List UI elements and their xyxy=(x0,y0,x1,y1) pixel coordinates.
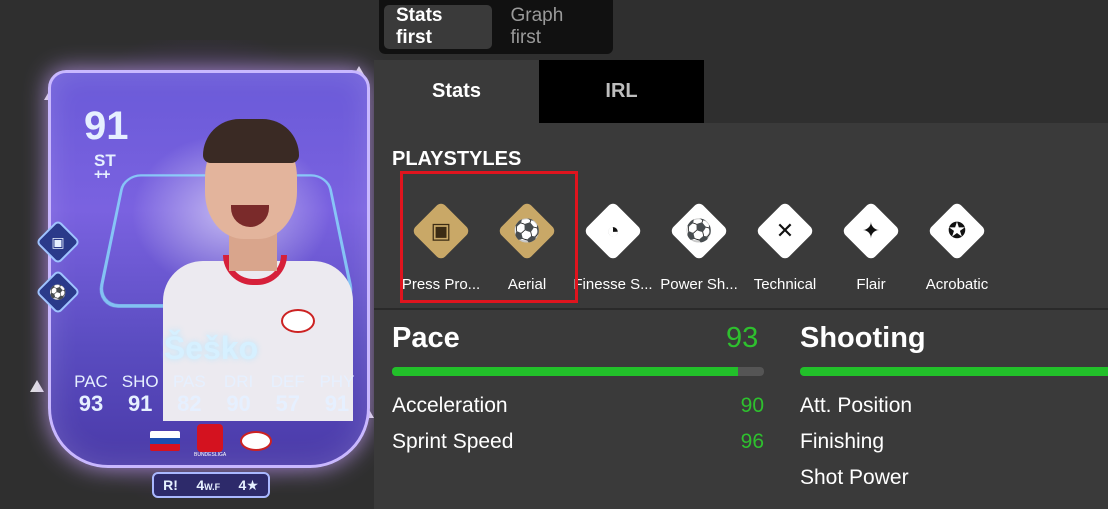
playstyle-finesse-shot[interactable]: ◔ Finesse S... xyxy=(570,194,656,304)
pace-title: Pace xyxy=(392,322,460,354)
league-logo-icon: BUNDESLIGA xyxy=(194,424,226,458)
section-divider xyxy=(374,308,1108,310)
playstyle-technical[interactable]: ✕ Technical xyxy=(742,194,828,304)
graph-first-button[interactable]: Graph first xyxy=(498,5,608,49)
shooting-bar xyxy=(800,367,1108,376)
weak-foot: 4W.F xyxy=(196,477,221,493)
playstyle-plus-badge-press-proven: ▣ xyxy=(35,219,81,265)
card-stat: SHO 91 xyxy=(121,372,159,416)
card-stats: PAC 93 SHO 91 PAS 82 DRI 90 DEF 57 PHY 91 xyxy=(68,372,360,417)
playstyle-plus-badge-aerial: ⚽ xyxy=(35,269,81,315)
skill-moves: 4★ xyxy=(238,476,259,493)
panel-tabs: Stats IRL xyxy=(374,60,1108,123)
attr-sprint-speed-value: 96 xyxy=(740,430,764,453)
playstyle-flair[interactable]: ✦ Flair xyxy=(828,194,914,304)
playstyle-plus-highlight xyxy=(400,171,578,303)
pace-value: 93 xyxy=(726,322,759,354)
attr-sprint-speed-label: Sprint Speed xyxy=(392,430,514,453)
technical-icon: ✕ xyxy=(755,201,815,261)
power-shot-icon: ⚽ xyxy=(669,201,729,261)
card-foot-info: R! 4W.F 4★ xyxy=(152,472,270,498)
press-proven-icon: ▣ xyxy=(51,234,65,250)
pace-bar xyxy=(392,367,764,376)
card-stat: PAS 82 xyxy=(172,372,206,416)
attr-finishing-label: Finishing xyxy=(800,430,885,453)
card-affiliations: BUNDESLIGA xyxy=(150,424,273,458)
finesse-shot-icon: ◔ xyxy=(583,201,643,261)
attr-acceleration-label: Acceleration xyxy=(392,394,508,417)
tab-irl[interactable]: IRL xyxy=(539,60,704,123)
view-toggle: Stats first Graph first xyxy=(379,0,613,54)
playstyles-title: PLAYSTYLES xyxy=(392,148,522,170)
card-stat: DRI 90 xyxy=(223,372,254,416)
acrobatic-icon: ✪ xyxy=(927,201,987,261)
playstyle-power-shot[interactable]: ⚽ Power Sh... xyxy=(656,194,742,304)
attr-att-position-label: Att. Position xyxy=(800,394,913,417)
attr-shot-power-label: Shot Power xyxy=(800,466,909,489)
tab-stats[interactable]: Stats xyxy=(374,60,539,123)
flair-icon: ✦ xyxy=(841,201,901,261)
player-name: Šeško xyxy=(163,330,259,366)
club-crest-icon xyxy=(240,431,273,451)
preferred-foot: R! xyxy=(163,477,178,493)
stats-first-button[interactable]: Stats first xyxy=(384,5,493,49)
player-rating: 91 xyxy=(84,104,129,148)
card-shard xyxy=(30,380,44,392)
aerial-icon: ⚽ xyxy=(49,284,67,300)
shooting-title: Shooting xyxy=(800,322,926,354)
card-stat: PAC 93 xyxy=(74,372,108,416)
position-rank: ++ xyxy=(94,166,111,183)
attr-acceleration-value: 90 xyxy=(740,394,764,417)
player-card-area: 91 ST ++ ▣ ⚽ Šeško PAC 93 SHO 91 PAS 82 DRI… xyxy=(0,0,390,509)
nation-flag-icon xyxy=(150,431,180,451)
card-stat: PHY 91 xyxy=(319,372,355,416)
card-stat: DEF 57 xyxy=(270,372,305,416)
player-image xyxy=(163,115,353,421)
playstyle-acrobatic[interactable]: ✪ Acrobatic xyxy=(914,194,1000,304)
